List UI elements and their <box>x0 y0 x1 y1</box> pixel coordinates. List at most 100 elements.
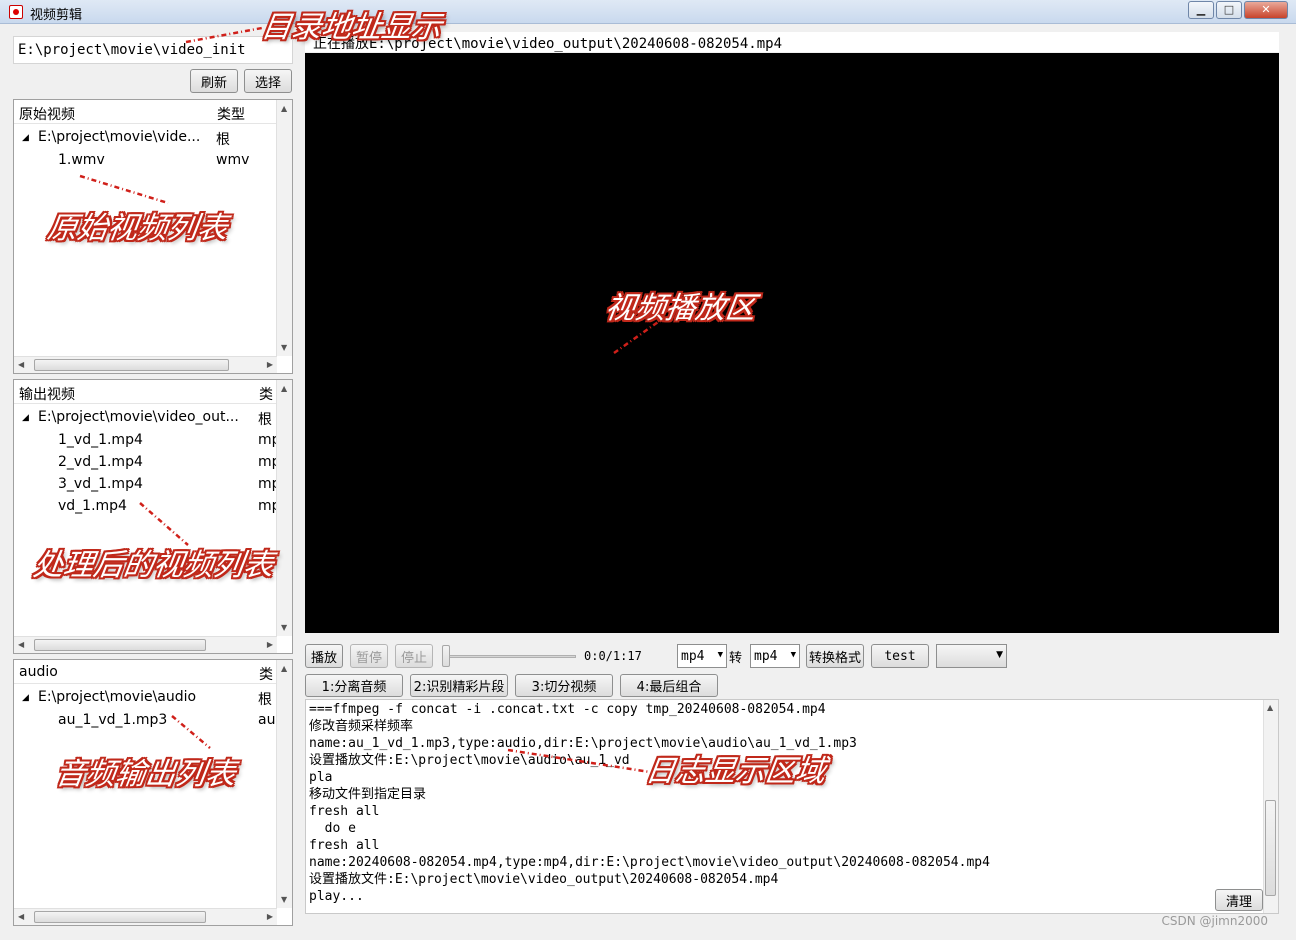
step-detect-highlights-button[interactable]: 2:识别精彩片段 <box>410 674 508 697</box>
log-line: name:20240608-082054.mp4,type:mp4,dir:E:… <box>309 855 990 870</box>
expand-triangle-icon[interactable]: ◢ <box>22 693 29 703</box>
scroll-thumb[interactable] <box>34 639 206 651</box>
output-header-type[interactable]: 类 <box>259 384 273 404</box>
source-header-type[interactable]: 类型 <box>217 104 245 124</box>
progress-slider[interactable] <box>440 643 580 669</box>
horizontal-scrollbar[interactable]: ◀ ▶ <box>14 636 277 653</box>
tree-item[interactable]: vd_1.mp4 mp <box>14 496 281 518</box>
annotation-path: 目录地址显示 <box>259 10 444 45</box>
vertical-scrollbar[interactable]: ▲ ▼ <box>276 660 292 908</box>
step-split-audio-button[interactable]: 1:分离音频 <box>305 674 403 697</box>
video-player[interactable] <box>305 53 1279 633</box>
play-button[interactable]: 播放 <box>305 644 343 668</box>
tree-item-label: 3_vd_1.mp4 <box>58 476 143 492</box>
annotation-log: 日志显示区域 <box>643 754 828 789</box>
app-icon <box>9 5 23 19</box>
tree-root-type: 根 <box>258 412 272 428</box>
tree-item-label: vd_1.mp4 <box>58 498 127 514</box>
chevron-down-icon: ▼ <box>717 650 723 660</box>
scroll-thumb[interactable] <box>34 359 229 371</box>
source-format-select[interactable]: mp4 ▼ <box>677 644 727 668</box>
scroll-right-icon[interactable]: ▶ <box>267 912 273 921</box>
scroll-up-icon[interactable]: ▲ <box>1267 703 1273 712</box>
tree-item-label: 2_vd_1.mp4 <box>58 454 143 470</box>
target-format-value: mp4 <box>754 649 778 664</box>
log-line: fresh all <box>309 804 380 819</box>
vertical-scrollbar[interactable]: ▲ ▼ <box>276 380 292 636</box>
log-area[interactable]: ===ffmpeg -f concat -i .concat.txt -c co… <box>305 699 1279 914</box>
step-combine-button[interactable]: 4:最后组合 <box>620 674 718 697</box>
tree-root-type: 根 <box>216 132 230 148</box>
tree-item-type: wmv <box>216 152 250 168</box>
annotation-audio-list: 音频输出列表 <box>53 757 238 792</box>
refresh-button[interactable]: 刷新 <box>190 69 238 93</box>
output-video-tree: 输出视频 类 ◢ E:\project\movie\video_out... 根… <box>13 379 293 654</box>
scroll-right-icon[interactable]: ▶ <box>267 360 273 369</box>
tree-root-type: 根 <box>258 692 272 708</box>
tree-root[interactable]: ◢ E:\project\movie\audio 根 <box>14 687 277 709</box>
tree-item[interactable]: 3_vd_1.mp4 mp <box>14 474 281 496</box>
expand-triangle-icon[interactable]: ◢ <box>22 413 29 423</box>
chevron-down-icon: ▼ <box>996 650 1003 660</box>
annotation-player: 视频播放区 <box>603 291 758 326</box>
annotation-source-list: 原始视频列表 <box>45 211 230 246</box>
tree-item[interactable]: 2_vd_1.mp4 mp <box>14 452 281 474</box>
tree-item[interactable]: au_1_vd_1.mp3 au <box>14 710 277 732</box>
stop-button[interactable]: 停止 <box>395 644 433 668</box>
step-cut-video-button[interactable]: 3:切分视频 <box>515 674 613 697</box>
clear-log-button[interactable]: 清理 <box>1215 889 1263 911</box>
log-line: 设置播放文件:E:\project\movie\video_output\202… <box>309 872 779 887</box>
log-line: 修改音频采样频率 <box>309 719 414 734</box>
maximize-button[interactable]: □ <box>1216 1 1242 19</box>
log-line: ===ffmpeg -f concat -i .concat.txt -c co… <box>309 702 826 717</box>
test-button[interactable]: test <box>871 644 929 668</box>
scroll-right-icon[interactable]: ▶ <box>267 640 273 649</box>
progress-thumb[interactable] <box>442 645 450 667</box>
time-display: 0:0/1:17 <box>584 649 642 663</box>
annotation-output-list: 处理后的视频列表 <box>31 548 276 583</box>
minimize-button[interactable]: ▁ <box>1188 1 1214 19</box>
scroll-down-icon[interactable]: ▼ <box>281 623 287 632</box>
log-line: do e <box>309 821 356 836</box>
audio-tree-header: audio 类 <box>14 660 277 684</box>
extra-select[interactable]: ▼ <box>936 644 1007 668</box>
source-header-name[interactable]: 原始视频 <box>19 104 75 124</box>
tree-root[interactable]: ◢ E:\project\movie\video_out... 根 <box>14 407 277 429</box>
scroll-up-icon[interactable]: ▲ <box>281 384 287 393</box>
scroll-thumb[interactable] <box>34 911 206 923</box>
scroll-up-icon[interactable]: ▲ <box>281 664 287 673</box>
horizontal-scrollbar[interactable]: ◀ ▶ <box>14 356 277 373</box>
output-tree-header: 输出视频 类 <box>14 380 277 404</box>
output-header-name[interactable]: 输出视频 <box>19 384 75 404</box>
pause-button[interactable]: 暂停 <box>350 644 388 668</box>
horizontal-scrollbar[interactable]: ◀ ▶ <box>14 908 277 925</box>
convert-format-button[interactable]: 转换格式 <box>806 644 864 668</box>
scroll-left-icon[interactable]: ◀ <box>18 640 24 649</box>
path-input[interactable]: E:\project\movie\video_init <box>13 36 293 64</box>
audio-header-name[interactable]: audio <box>19 664 58 680</box>
scroll-up-icon[interactable]: ▲ <box>281 104 287 113</box>
vertical-scrollbar[interactable]: ▲ ▼ <box>276 100 292 356</box>
log-vertical-scrollbar[interactable]: ▲ <box>1263 700 1278 913</box>
scroll-left-icon[interactable]: ◀ <box>18 912 24 921</box>
audio-header-type[interactable]: 类 <box>259 664 273 684</box>
scroll-down-icon[interactable]: ▼ <box>281 895 287 904</box>
target-format-select[interactable]: mp4 ▼ <box>750 644 800 668</box>
chevron-down-icon: ▼ <box>790 650 796 660</box>
scroll-thumb[interactable] <box>1265 800 1276 896</box>
select-button[interactable]: 选择 <box>244 69 292 93</box>
expand-triangle-icon[interactable]: ◢ <box>22 133 29 143</box>
close-button[interactable]: ✕ <box>1244 1 1288 19</box>
tree-root-label: E:\project\movie\video_out... <box>38 409 239 425</box>
tree-item-label: 1.wmv <box>58 152 105 168</box>
scroll-left-icon[interactable]: ◀ <box>18 360 24 369</box>
watermark: CSDN @jimn2000 <box>1161 914 1268 928</box>
tree-item[interactable]: 1_vd_1.mp4 mp <box>14 430 281 452</box>
tree-root[interactable]: ◢ E:\project\movie\vide... 根 <box>14 127 277 149</box>
tree-item[interactable]: 1.wmv wmv <box>14 150 277 172</box>
tree-root-label: E:\project\movie\vide... <box>38 129 201 145</box>
player-status: 正在播放E:\project\movie\video_output\202406… <box>305 32 1279 52</box>
tree-root-label: E:\project\movie\audio <box>38 689 197 705</box>
title-bar: 视频剪辑 ▁ □ ✕ <box>0 0 1296 24</box>
scroll-down-icon[interactable]: ▼ <box>281 343 287 352</box>
